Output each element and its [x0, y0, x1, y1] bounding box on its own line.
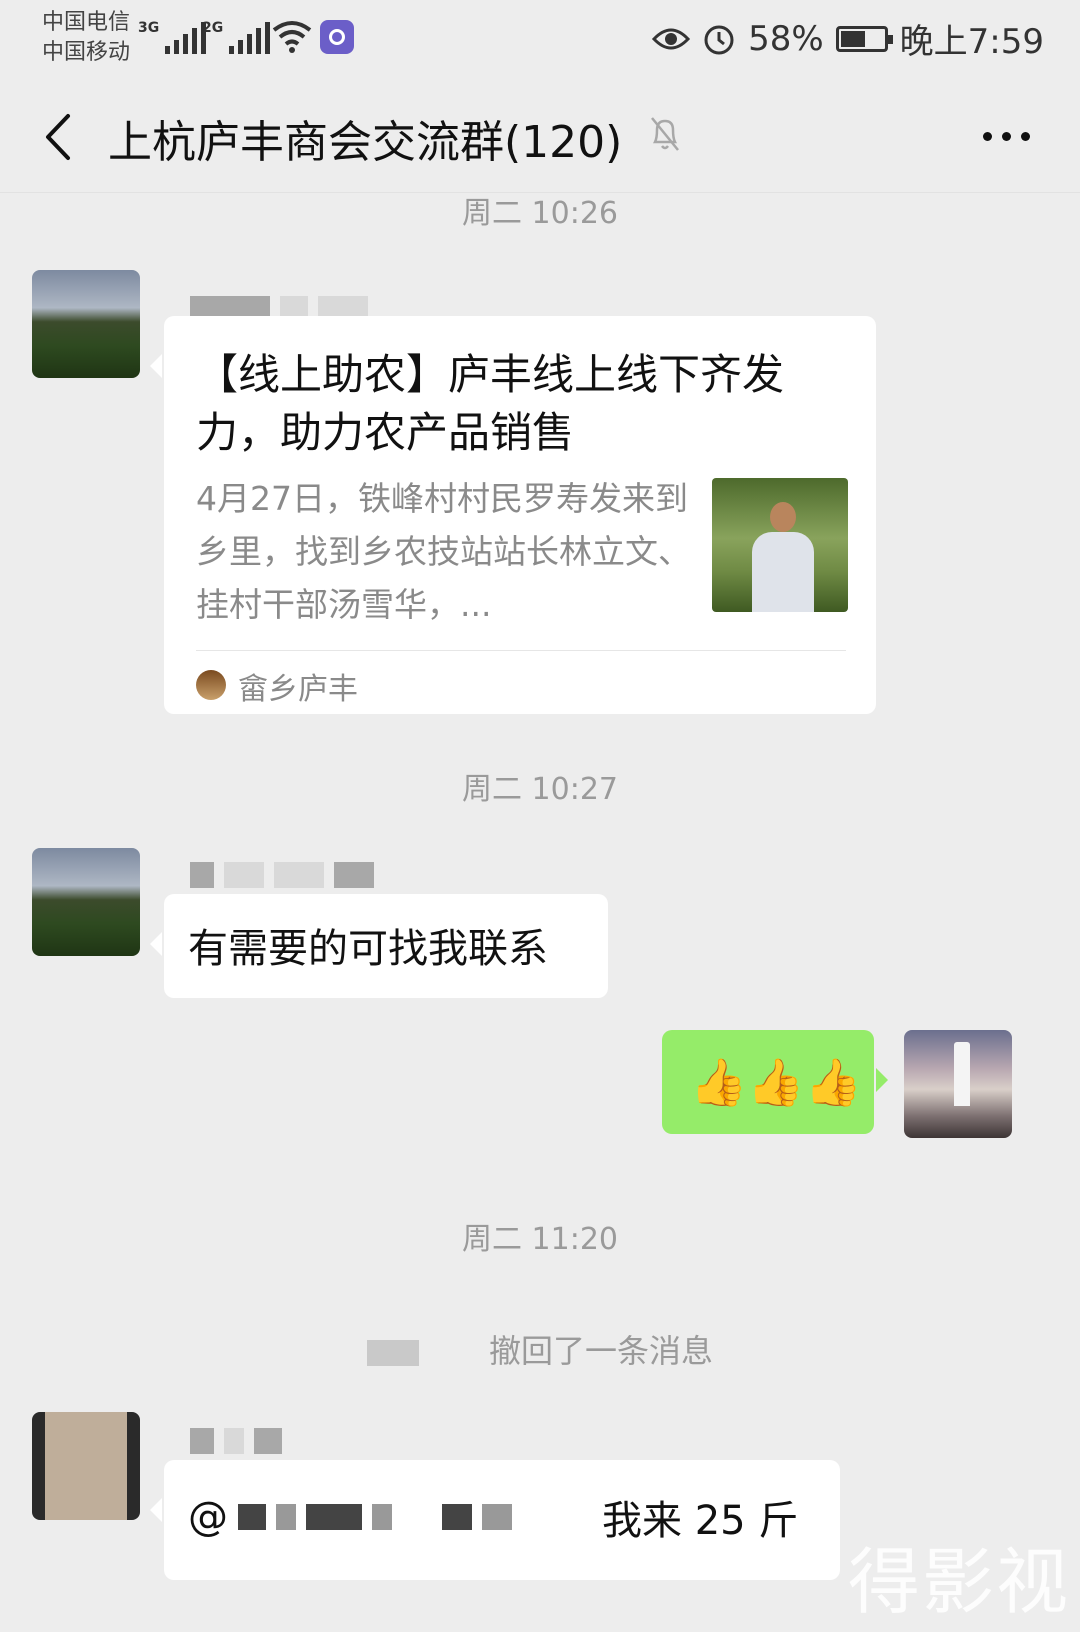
- battery-icon: [835, 25, 893, 52]
- carrier-2: 中国移动: [42, 40, 131, 65]
- back-icon[interactable]: [38, 110, 78, 164]
- card-title: 【线上助农】庐丰线上线下齐发力，助力农产品销售: [196, 350, 785, 457]
- status-bar: 中国电信 中国移动 3G 2G 58% 晚上7:59: [0, 0, 1080, 80]
- message-text: @ 我来 25 斤: [188, 1494, 799, 1544]
- status-right: 58% 晚上7:59: [652, 14, 1044, 63]
- alarm-icon: [704, 25, 734, 54]
- message-bubble[interactable]: @ 我来 25 斤: [150, 1460, 840, 1580]
- my-avatar[interactable]: [904, 1030, 1012, 1138]
- message-text: 有需要的可找我联系: [188, 926, 548, 972]
- card-description: 4月27日，铁峰村村民罗寿发来到乡里，找到乡农技站站长林立文、挂村干部汤雪华，.…: [196, 479, 691, 624]
- chat-header: 上杭庐丰商会交流群(120): [0, 80, 1080, 193]
- app-notification-icon: [320, 20, 354, 54]
- message-bubble[interactable]: 有需要的可找我联系: [150, 894, 608, 998]
- recall-notice: 撤回了一条消息: [0, 1326, 1080, 1372]
- source-logo-icon: [196, 670, 226, 700]
- article-card[interactable]: 【线上助农】庐丰线上线下齐发力，助力农产品销售 4月27日，铁峰村村民罗寿发来到…: [150, 316, 876, 714]
- clock: 晚上7:59: [899, 22, 1044, 62]
- eye-icon: [652, 28, 691, 49]
- carrier-labels: 中国电信 中国移动: [42, 8, 130, 68]
- carrier-1: 中国电信: [42, 10, 131, 35]
- wifi-icon: [272, 21, 312, 53]
- watermark: 得影视: [847, 1540, 1070, 1624]
- avatar[interactable]: [32, 848, 140, 956]
- card-source: 畲乡庐丰: [238, 672, 358, 707]
- my-message-bubble[interactable]: 👍👍👍: [662, 1030, 888, 1134]
- thumbs-up-emojis: 👍👍👍: [690, 1055, 862, 1109]
- card-thumbnail: [712, 478, 848, 612]
- signal-icon: 3G: [138, 20, 207, 54]
- sender-name-blurred: [190, 862, 374, 888]
- sender-name-blurred: [190, 1428, 282, 1454]
- muted-bell-icon: [651, 117, 679, 151]
- more-icon[interactable]: [983, 132, 1030, 141]
- avatar[interactable]: [32, 270, 140, 378]
- divider: [196, 650, 846, 651]
- group-title[interactable]: 上杭庐丰商会交流群(120): [108, 106, 622, 170]
- signal-icon-2: 2G: [202, 20, 271, 54]
- timestamp: 周二 11:20: [462, 1222, 618, 1257]
- timestamp: 周二 10:26: [462, 196, 618, 231]
- battery-percent: 58%: [748, 18, 824, 59]
- timestamp: 周二 10:27: [462, 772, 618, 807]
- avatar[interactable]: [32, 1412, 140, 1520]
